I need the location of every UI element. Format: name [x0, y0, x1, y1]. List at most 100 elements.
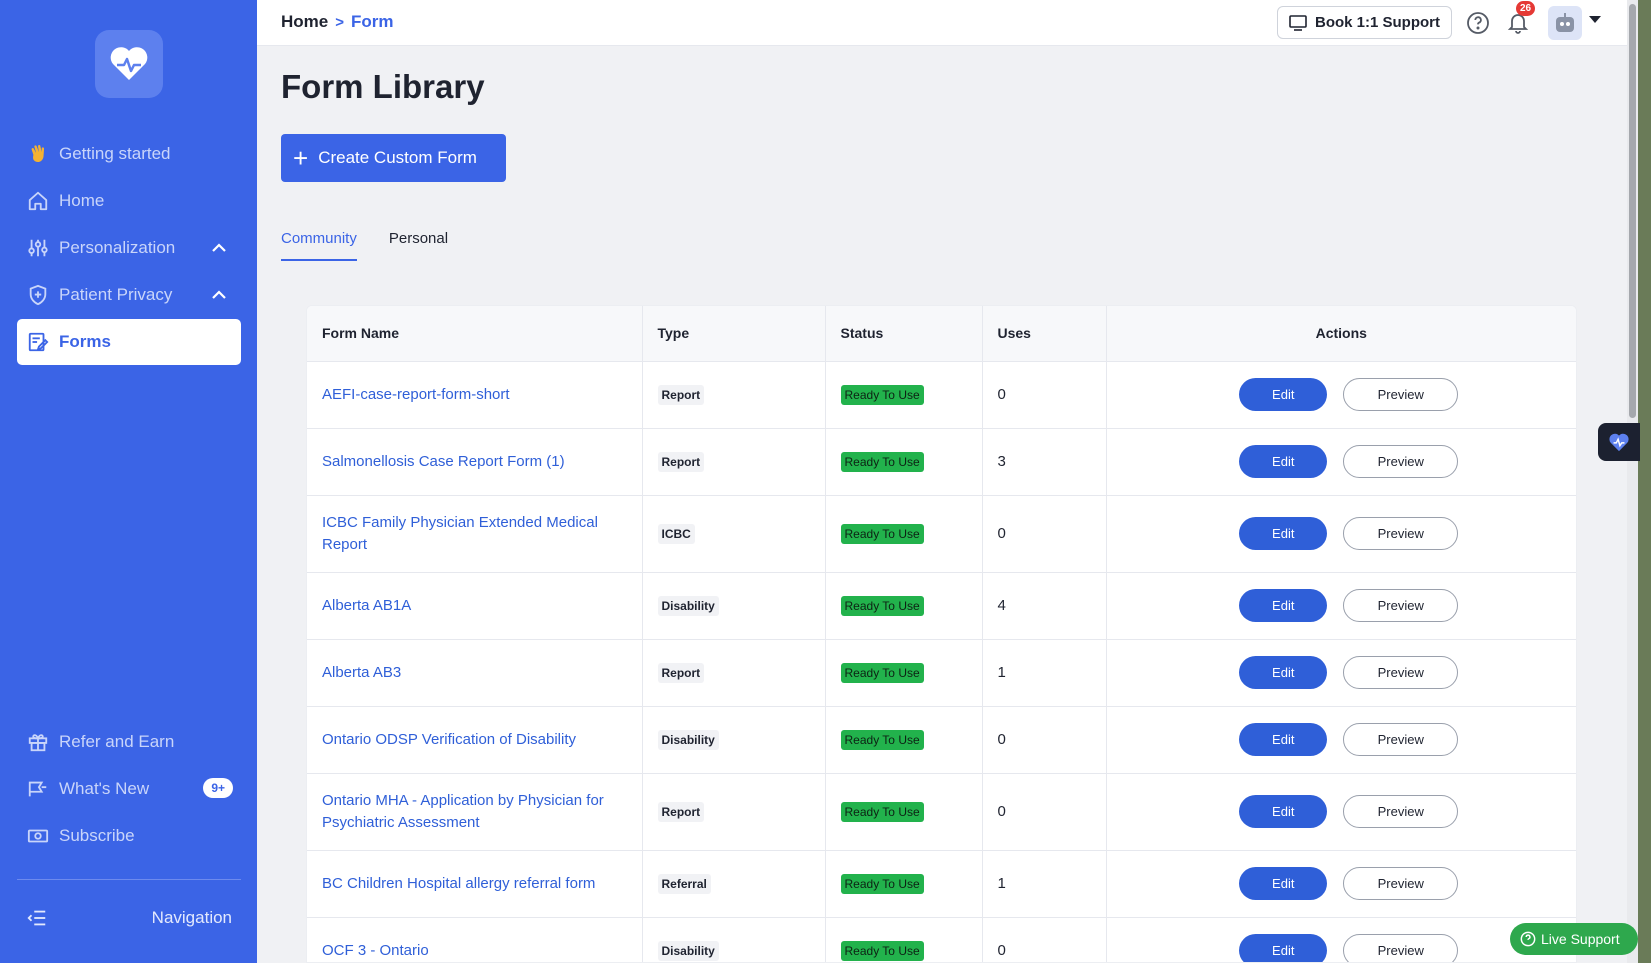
status-badge: Ready To Use — [840, 801, 924, 822]
sidebar-item-getting-started[interactable]: Getting started — [17, 131, 241, 177]
status-badge: Ready To Use — [840, 384, 924, 405]
form-name-link[interactable]: AEFI-case-report-form-short — [322, 386, 530, 403]
sidebar-item-label: What's New — [59, 779, 150, 798]
form-name-link[interactable]: Alberta AB1A — [322, 597, 431, 614]
table-row: AEFI-case-report-form-short Report Ready… — [307, 361, 1576, 429]
preview-button[interactable]: Preview — [1343, 867, 1459, 900]
preview-button[interactable]: Preview — [1343, 934, 1459, 962]
preview-button[interactable]: Preview — [1343, 445, 1459, 478]
collapse-menu-icon — [27, 910, 46, 926]
live-support-button[interactable]: Live Support — [1510, 923, 1638, 955]
uses-count: 0 — [982, 495, 1107, 573]
help-circle-icon — [1520, 931, 1536, 947]
sidebar-item-label: Forms — [59, 332, 111, 351]
form-name-link[interactable]: OCF 3 - Ontario — [322, 942, 449, 959]
forms-table: Form Name Type Status Uses Actions AEFI-… — [306, 305, 1577, 963]
type-badge: Disability — [657, 940, 719, 961]
tab-personal[interactable]: Personal — [389, 230, 448, 261]
column-header-uses: Uses — [982, 306, 1107, 362]
preview-button[interactable]: Preview — [1343, 795, 1459, 828]
type-badge: ICBC — [657, 523, 695, 544]
chevron-up-icon[interactable] — [209, 285, 229, 305]
edit-button[interactable]: Edit — [1239, 378, 1328, 411]
table-row: Salmonellosis Case Report Form (1) Repor… — [307, 428, 1576, 496]
floating-heart-widget[interactable] — [1598, 423, 1640, 461]
table-row: Ontario ODSP Verification of Disability … — [307, 706, 1576, 774]
edit-button[interactable]: Edit — [1239, 867, 1328, 900]
uses-count: 0 — [982, 917, 1107, 962]
sidebar-item-whats-new[interactable]: What's New 9+ — [17, 766, 241, 812]
megaphone-icon — [26, 777, 50, 801]
edit-button[interactable]: Edit — [1239, 589, 1328, 622]
help-icon[interactable] — [1466, 11, 1490, 35]
tab-community[interactable]: Community — [281, 230, 357, 261]
column-header-status: Status — [825, 306, 983, 362]
uses-count: 1 — [982, 639, 1107, 707]
sidebar-item-patient-privacy[interactable]: Patient Privacy — [17, 272, 241, 318]
preview-button[interactable]: Preview — [1343, 378, 1459, 411]
sidebar-item-forms[interactable]: Forms — [17, 319, 241, 365]
status-badge: Ready To Use — [840, 523, 924, 544]
sidebar-item-personalization[interactable]: Personalization — [17, 225, 241, 271]
sidebar-item-label: Getting started — [59, 144, 171, 163]
sidebar: Getting started Home Personalization Pat… — [0, 0, 257, 963]
page-title: Form Library — [281, 68, 485, 105]
uses-count: 3 — [982, 428, 1107, 496]
form-edit-icon — [26, 330, 50, 354]
avatar[interactable] — [1548, 6, 1582, 40]
breadcrumb-separator: > — [335, 13, 344, 31]
uses-count: 0 — [982, 361, 1107, 429]
app-logo-heart-icon[interactable] — [95, 30, 163, 98]
table-row: Alberta AB3 Report Ready To Use 1 Edit Pr… — [307, 639, 1576, 707]
form-name-link[interactable]: ICBC Family Physician Extended Medical R… — [322, 512, 642, 556]
sidebar-item-label: Home — [59, 191, 105, 210]
type-badge: Disability — [657, 595, 719, 616]
table-row: OCF 3 - Ontario Disability Ready To Use … — [307, 917, 1576, 962]
edit-button[interactable]: Edit — [1239, 517, 1328, 550]
uses-count: 4 — [982, 572, 1107, 640]
sliders-icon — [26, 236, 50, 260]
create-custom-form-button[interactable]: + Create Custom Form — [281, 134, 506, 182]
navigation-collapse-toggle[interactable]: Navigation — [17, 898, 241, 938]
preview-button[interactable]: Preview — [1343, 517, 1459, 550]
type-badge: Report — [657, 451, 705, 472]
form-name-link[interactable]: Salmonellosis Case Report Form (1) — [322, 453, 585, 470]
table-row: Alberta AB1A Disability Ready To Use 4 E… — [307, 572, 1576, 640]
scrollbar-thumb[interactable] — [1629, 4, 1636, 418]
breadcrumb: Home > Form — [281, 12, 394, 32]
book-support-button[interactable]: Book 1:1 Support — [1277, 6, 1453, 39]
create-custom-form-label: Create Custom Form — [318, 148, 477, 167]
table-row: ICBC Family Physician Extended Medical R… — [307, 495, 1576, 573]
form-name-link[interactable]: Ontario ODSP Verification of Disability — [322, 731, 596, 748]
status-badge: Ready To Use — [840, 940, 924, 961]
form-name-link[interactable]: Alberta AB3 — [322, 664, 421, 681]
whats-new-badge: 9+ — [203, 778, 233, 798]
chevron-up-icon[interactable] — [209, 238, 229, 258]
sidebar-item-refer-and-earn[interactable]: Refer and Earn — [17, 719, 241, 765]
form-name-link[interactable]: Ontario MHA - Application by Physician f… — [322, 790, 642, 834]
tab-bar: Community Personal — [281, 230, 480, 261]
breadcrumb-home[interactable]: Home — [281, 12, 328, 32]
form-name-link[interactable]: BC Children Hospital allergy referral fo… — [322, 875, 615, 892]
sidebar-item-subscribe[interactable]: Subscribe — [17, 813, 241, 859]
edit-button[interactable]: Edit — [1239, 445, 1328, 478]
edit-button[interactable]: Edit — [1239, 934, 1328, 962]
account-dropdown-caret-icon[interactable] — [1589, 16, 1601, 23]
edit-button[interactable]: Edit — [1239, 656, 1328, 689]
type-badge: Referral — [657, 873, 711, 894]
table-row: Ontario MHA - Application by Physician f… — [307, 773, 1576, 851]
sidebar-item-home[interactable]: Home — [17, 178, 241, 224]
sidebar-item-label: Personalization — [59, 238, 176, 257]
top-bar: Home > Form Book 1:1 Support 26 — [257, 0, 1627, 46]
preview-button[interactable]: Preview — [1343, 723, 1459, 756]
sidebar-item-label: Patient Privacy — [59, 285, 173, 304]
home-icon — [26, 189, 50, 213]
preview-button[interactable]: Preview — [1343, 589, 1459, 622]
preview-button[interactable]: Preview — [1343, 656, 1459, 689]
uses-count: 0 — [982, 773, 1107, 851]
edit-button[interactable]: Edit — [1239, 795, 1328, 828]
live-support-label: Live Support — [1541, 931, 1620, 947]
column-header-form-name: Form Name — [307, 306, 643, 362]
edit-button[interactable]: Edit — [1239, 723, 1328, 756]
sidebar-divider — [17, 879, 241, 880]
